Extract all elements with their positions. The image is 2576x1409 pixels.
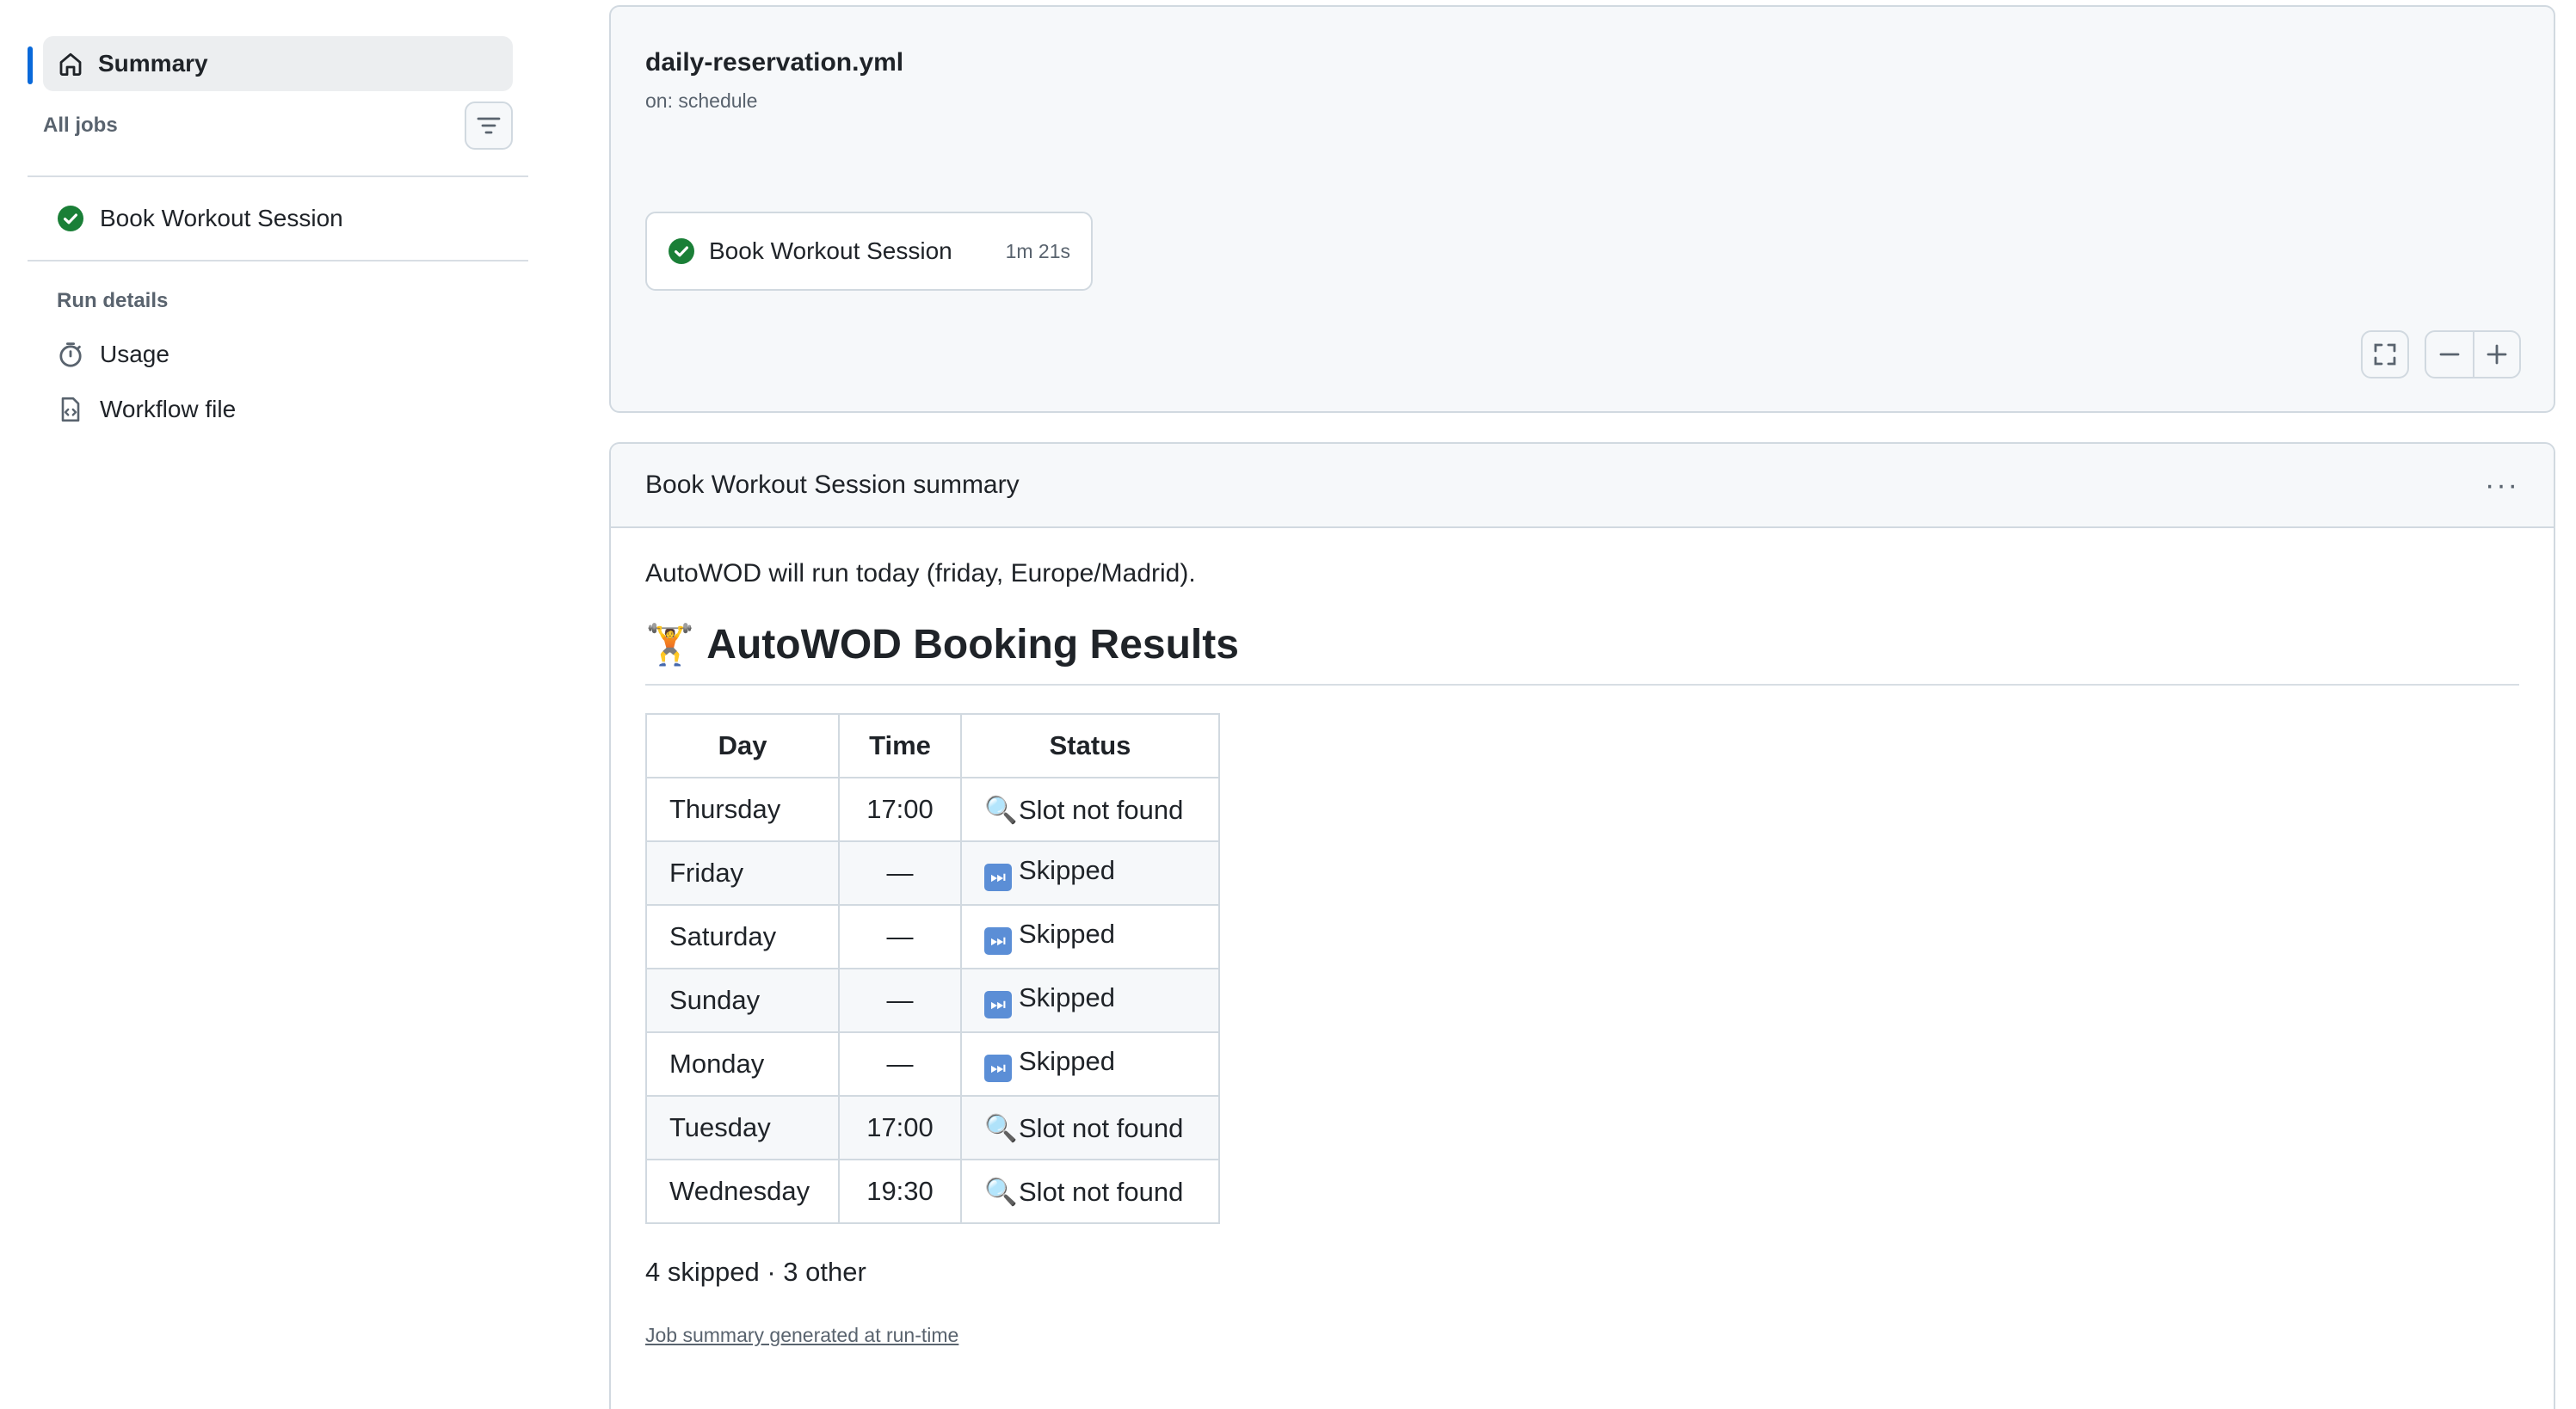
status-text: Skipped	[1019, 982, 1116, 1012]
summary-intro: AutoWOD will run today (friday, Europe/M…	[645, 559, 1196, 588]
all-jobs-header: All jobs	[43, 91, 513, 160]
table-row: Saturday — ⏭ Skipped	[645, 904, 1220, 969]
fullscreen-button[interactable]	[2361, 330, 2409, 378]
cell-status: ⏭ Skipped	[960, 904, 1220, 969]
job-summary-header: Book Workout Session summary ···	[611, 444, 2554, 528]
status-text: Skipped	[1019, 1046, 1116, 1076]
magnifier-icon: 🔍	[984, 1112, 1018, 1143]
cell-status: 🔍Slot not found	[960, 777, 1220, 842]
status-text: Skipped	[1019, 855, 1116, 885]
minus-icon	[2436, 341, 2463, 368]
kebab-menu-icon[interactable]: ···	[2485, 471, 2519, 500]
cell-day: Tuesday	[645, 1095, 840, 1160]
sidebar-job-book-workout-session[interactable]: Book Workout Session	[28, 177, 528, 260]
status-text: Slot not found	[1019, 1176, 1184, 1207]
sidebar-item-label: Summary	[98, 50, 208, 77]
cell-day: Thursday	[645, 777, 840, 842]
sidebar-item-summary[interactable]: Summary	[28, 36, 513, 91]
column-header-time: Time	[838, 713, 962, 778]
workflow-graph-panel: daily-reservation.yml on: schedule Book …	[609, 5, 2555, 413]
sidebar-item-label: Usage	[100, 341, 169, 367]
status-text: Skipped	[1019, 919, 1116, 949]
cell-time: —	[838, 840, 962, 906]
cell-day: Monday	[645, 1031, 840, 1097]
run-details-label: Run details	[57, 289, 169, 312]
skip-icon: ⏭	[984, 991, 1012, 1018]
zoom-controls	[2425, 330, 2521, 378]
skip-icon: ⏭	[984, 864, 1012, 891]
file-code-icon	[57, 396, 84, 423]
divider	[28, 260, 528, 261]
column-header-day: Day	[645, 713, 840, 778]
table-row: Sunday — ⏭ Skipped	[645, 968, 1220, 1033]
job-summary-title: Book Workout Session summary	[645, 471, 1020, 499]
results-heading-text: AutoWOD Booking Results	[706, 622, 1239, 668]
sidebar-job-label: Book Workout Session	[100, 205, 343, 231]
filter-jobs-button[interactable]	[465, 102, 513, 150]
job-card[interactable]: Book Workout Session 1m 21s	[645, 212, 1093, 291]
cell-time: 17:00	[838, 1095, 962, 1160]
results-table: Day Time Status Thursday 17:00 🔍Slot not f…	[645, 713, 1220, 1224]
column-header-status: Status	[960, 713, 1220, 778]
stopwatch-icon	[57, 341, 84, 368]
status-text: Slot not found	[1019, 794, 1184, 825]
zoom-in-button[interactable]	[2473, 332, 2519, 377]
zoom-out-button[interactable]	[2426, 332, 2473, 377]
cell-day: Wednesday	[645, 1159, 840, 1224]
check-circle-icon	[57, 205, 84, 232]
cell-day: Friday	[645, 840, 840, 906]
skip-icon: ⏭	[984, 1055, 1012, 1082]
cell-status: ⏭ Skipped	[960, 1031, 1220, 1097]
cell-time: —	[838, 968, 962, 1033]
cell-time: 19:30	[838, 1159, 962, 1224]
job-summary-footer-link[interactable]: Job summary generated at run-time	[645, 1324, 2519, 1347]
cell-status: ⏭ Skipped	[960, 840, 1220, 906]
job-summary-panel: Book Workout Session summary ··· AutoWOD…	[609, 442, 2555, 1409]
magnifier-icon: 🔍	[984, 794, 1018, 825]
weightlifter-icon: 🏋️	[645, 622, 695, 667]
sidebar-item-label: Workflow file	[100, 396, 237, 422]
cell-status: ⏭ Skipped	[960, 968, 1220, 1033]
check-circle-icon	[668, 237, 695, 265]
table-row: Friday — ⏭ Skipped	[645, 840, 1220, 906]
table-header-row: Day Time Status	[645, 713, 1220, 778]
magnifier-icon: 🔍	[984, 1176, 1018, 1207]
results-table-body: Thursday 17:00 🔍Slot not found Friday — ⏭ Skip…	[645, 777, 1220, 1224]
all-jobs-label: All jobs	[43, 114, 118, 137]
cell-day: Sunday	[645, 968, 840, 1033]
skip-icon: ⏭	[984, 927, 1012, 955]
home-icon	[57, 50, 84, 77]
filter-icon	[475, 112, 502, 139]
expand-icon	[2371, 341, 2399, 368]
table-row: Thursday 17:00 🔍Slot not found	[645, 777, 1220, 842]
table-row: Wednesday 19:30 🔍Slot not found	[645, 1159, 1220, 1224]
workflow-trigger: on: schedule	[645, 89, 758, 112]
status-text: Slot not found	[1019, 1112, 1184, 1143]
job-duration: 1m 21s	[1005, 239, 1070, 262]
cell-time: —	[838, 904, 962, 969]
sidebar-item-usage[interactable]: Usage	[28, 327, 528, 382]
cell-time: —	[838, 1031, 962, 1097]
results-heading: 🏋️ AutoWOD Booking Results	[645, 621, 2519, 686]
table-row: Tuesday 17:00 🔍Slot not found	[645, 1095, 1220, 1160]
cell-time: 17:00	[838, 777, 962, 842]
cell-day: Saturday	[645, 904, 840, 969]
workflow-file-title[interactable]: daily-reservation.yml	[645, 48, 903, 77]
table-row: Monday — ⏭ Skipped	[645, 1031, 1220, 1097]
cell-status: 🔍Slot not found	[960, 1095, 1220, 1160]
job-summary-body: AutoWOD will run today (friday, Europe/M…	[611, 528, 2554, 1378]
cell-status: 🔍Slot not found	[960, 1159, 1220, 1224]
plus-icon	[2483, 341, 2511, 368]
results-counts: 4 skipped · 3 other	[645, 1257, 866, 1287]
sidebar-item-workflow-file[interactable]: Workflow file	[28, 382, 528, 437]
job-card-name: Book Workout Session	[709, 237, 952, 264]
sidebar: Summary All jobs Book Workout Session Ru…	[28, 36, 528, 437]
graph-controls	[2361, 330, 2521, 378]
